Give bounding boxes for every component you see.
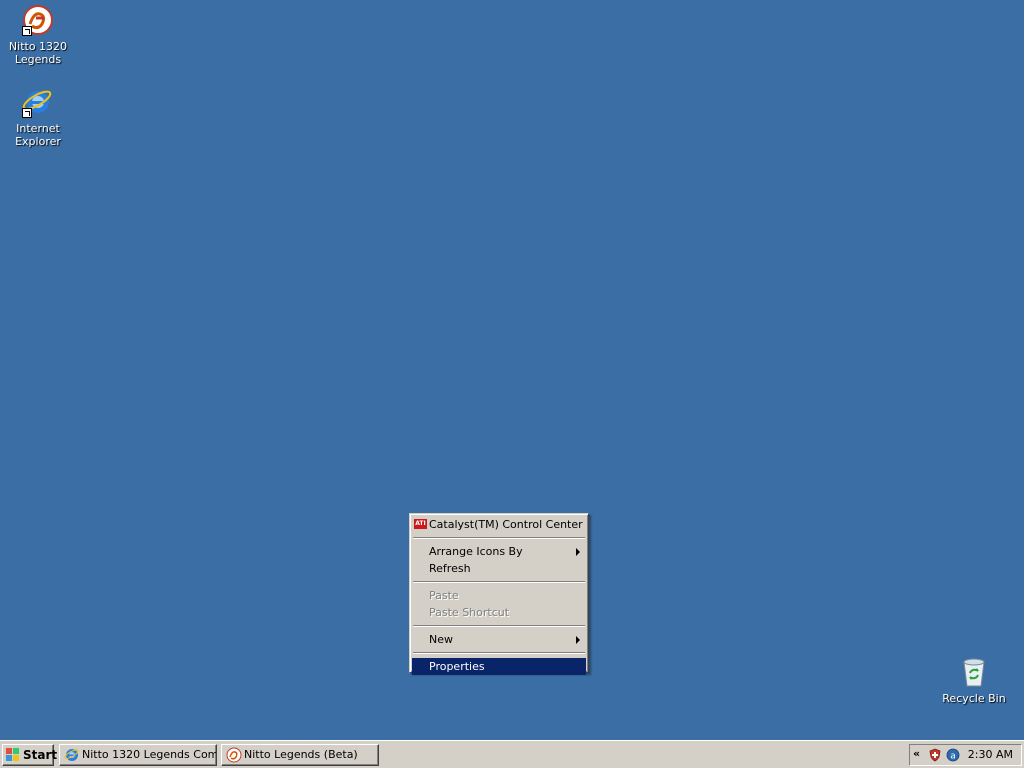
clock[interactable]: 2:30 AM: [968, 748, 1013, 762]
shortcut-arrow-icon: [22, 26, 32, 36]
shortcut-arrow-icon: [22, 108, 32, 118]
show-hidden-icons-button[interactable]: «: [913, 747, 920, 760]
desktop-icon-label: Nitto 1320 Legends: [8, 40, 68, 66]
internet-explorer-icon: [22, 86, 54, 118]
submenu-arrow-icon: [576, 636, 580, 644]
svg-text:a: a: [950, 752, 956, 762]
menu-item-new[interactable]: New: [412, 631, 586, 648]
taskbar-button-nitto-legends[interactable]: Nitto Legends (Beta): [221, 744, 379, 766]
start-button[interactable]: Start: [2, 744, 58, 766]
menu-item-label: Paste Shortcut: [429, 606, 510, 619]
desktop-icon-nitto-1320-legends[interactable]: Nitto 1320 Legends: [0, 4, 76, 66]
windows-logo-icon: [6, 748, 20, 762]
menu-separator: [413, 537, 585, 539]
system-tray: « a 2:30 AM: [909, 744, 1022, 766]
nitto-icon: [22, 4, 54, 36]
submenu-arrow-icon: [576, 548, 580, 556]
menu-item-label: Arrange Icons By: [429, 545, 523, 558]
update-icon[interactable]: a: [946, 748, 960, 762]
menu-item-paste-shortcut: Paste Shortcut: [412, 604, 586, 621]
ati-icon: ATI: [414, 519, 427, 529]
taskbar-button-internet-explorer[interactable]: Nitto 1320 Legends Com...: [59, 744, 217, 766]
menu-item-label: New: [429, 633, 453, 646]
menu-item-label: Paste: [429, 589, 459, 602]
taskbar-button-label: Nitto Legends (Beta): [244, 748, 358, 761]
start-label: Start: [23, 748, 58, 762]
menu-item-arrange-icons-by[interactable]: Arrange Icons By: [412, 543, 586, 560]
taskbar: Start Nitto 1320 Legends Com... Nitto Le…: [0, 740, 1024, 768]
nitto-icon: [226, 747, 242, 763]
menu-separator: [413, 652, 585, 654]
desktop-icon-label: Internet Explorer: [15, 122, 61, 148]
menu-separator: [413, 625, 585, 627]
security-shield-icon[interactable]: [928, 748, 942, 762]
recycle-bin-icon: [958, 656, 990, 688]
desktop-icon-recycle-bin[interactable]: Recycle Bin: [936, 656, 1012, 705]
menu-item-properties[interactable]: Properties: [412, 658, 586, 675]
menu-item-label: Catalyst(TM) Control Center: [429, 518, 583, 531]
taskbar-button-label: Nitto 1320 Legends Com...: [82, 748, 217, 761]
desktop-icon-label: Recycle Bin: [942, 692, 1006, 705]
menu-item-label: Properties: [429, 660, 485, 673]
desktop-context-menu: ATI Catalyst(TM) Control Center Arrange …: [409, 513, 589, 675]
internet-explorer-icon: [64, 747, 80, 763]
menu-separator: [413, 581, 585, 583]
desktop-icon-internet-explorer[interactable]: Internet Explorer: [0, 86, 76, 148]
menu-item-refresh[interactable]: Refresh: [412, 560, 586, 577]
menu-item-paste: Paste: [412, 587, 586, 604]
menu-item-label: Refresh: [429, 562, 471, 575]
menu-item-catalyst-control-center[interactable]: ATI Catalyst(TM) Control Center: [412, 516, 586, 533]
